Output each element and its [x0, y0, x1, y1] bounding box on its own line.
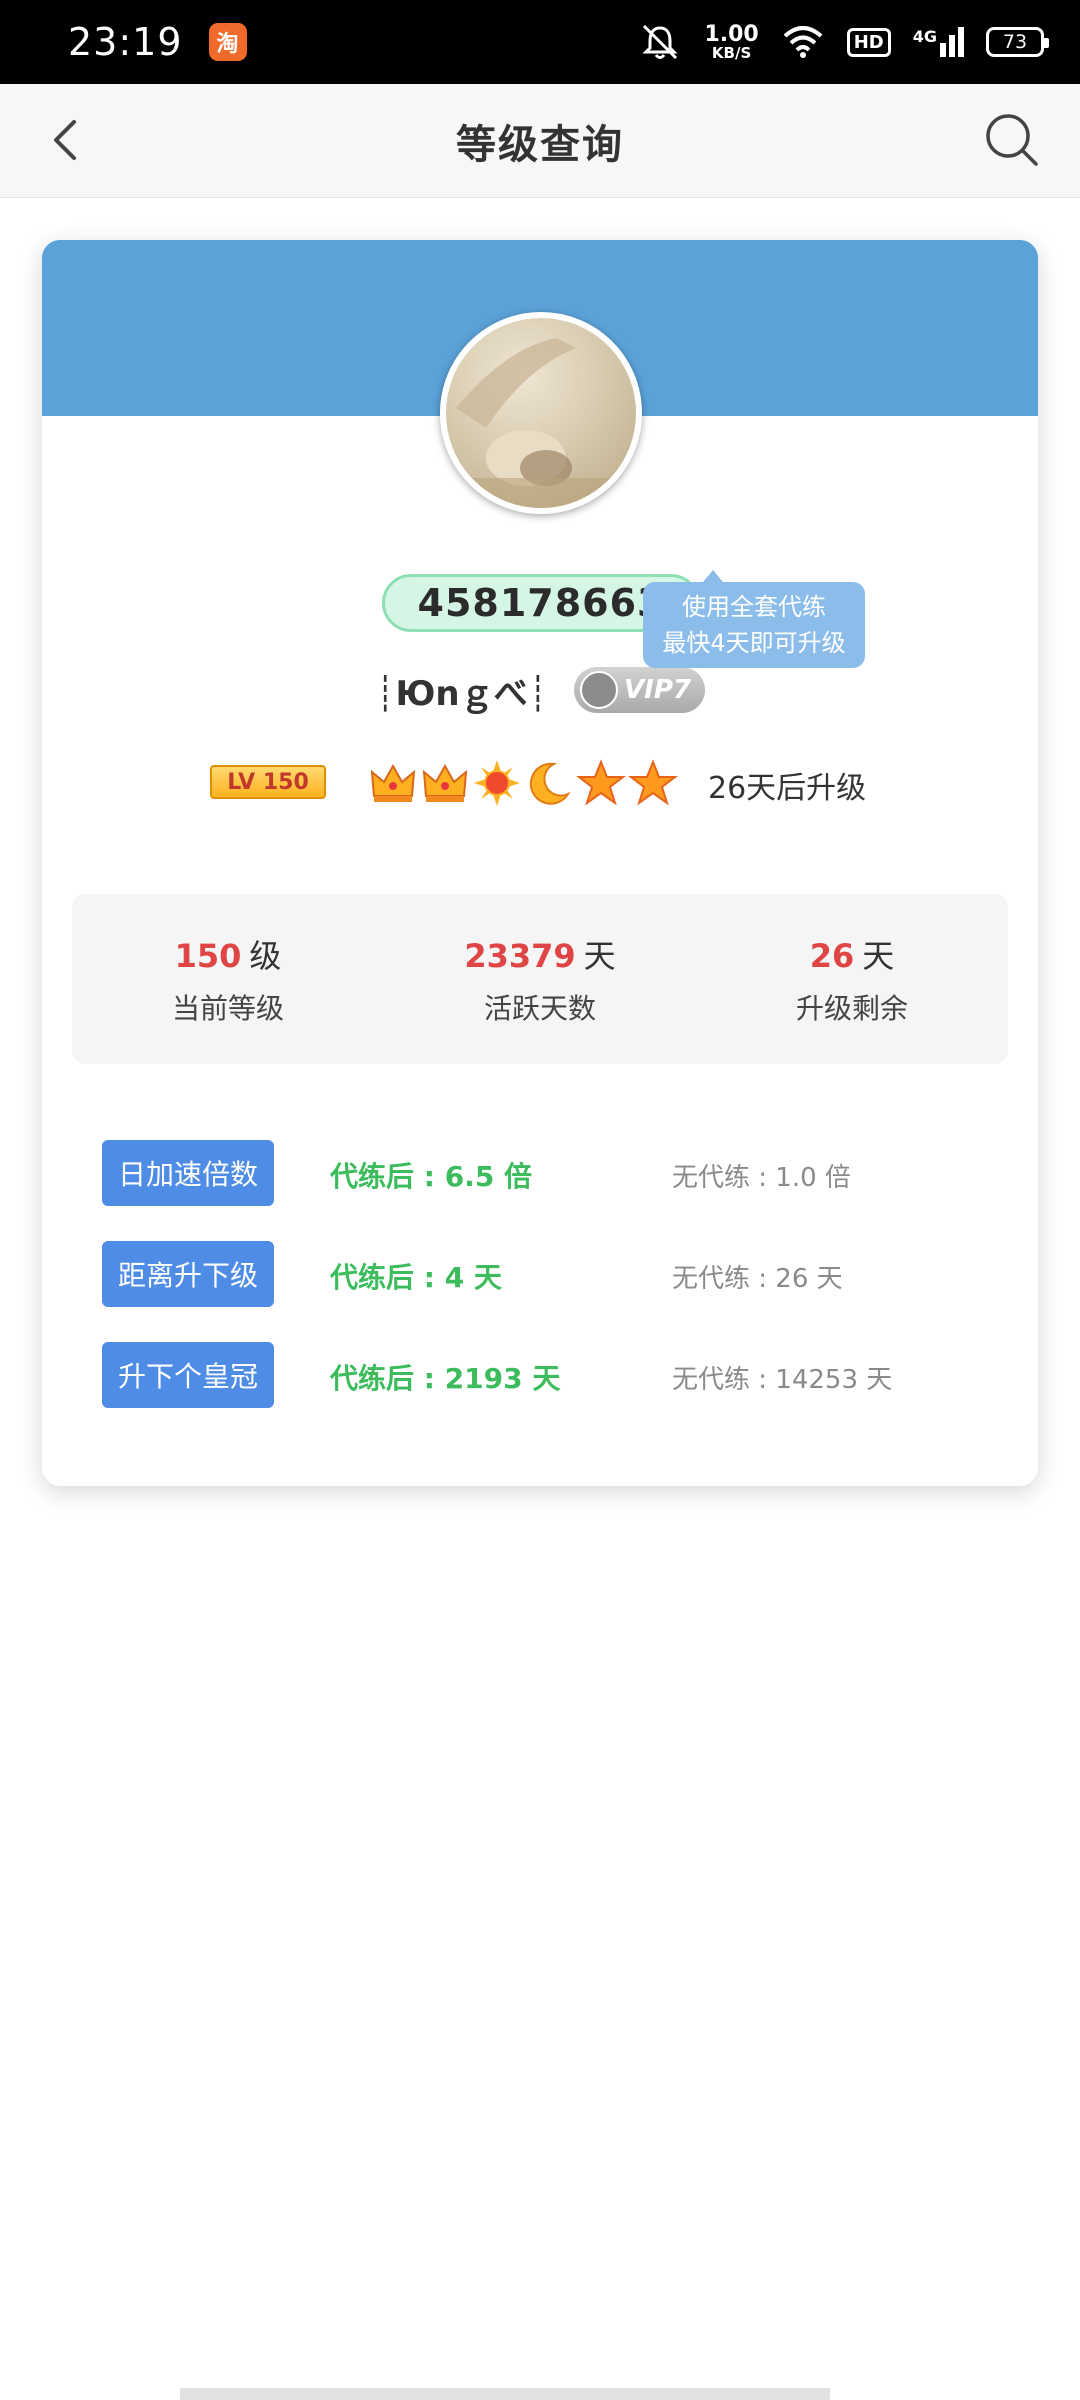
status-time: 23:19 [68, 20, 183, 64]
status-bar: 23:19 淘 1.00 KB/S HD 4G 73 [0, 0, 1080, 84]
page-title: 等级查询 [456, 121, 624, 168]
stat-unit: 天 [583, 937, 616, 975]
lv-badge: LV 150 [210, 765, 326, 799]
stat-value: 26 [809, 937, 855, 975]
wifi-icon [783, 26, 823, 58]
signal-label: 4G [912, 27, 937, 46]
avatar [440, 312, 642, 514]
network-speed-unit: KB/S [711, 43, 752, 62]
stat-unit: 级 [249, 937, 282, 975]
battery-level: 73 [1002, 31, 1028, 53]
network-speed-value: 1.00 [704, 21, 759, 47]
upgrade-tooltip: 使用全套代练 最快4天即可升级 [643, 570, 865, 668]
comparison-list: 日加速倍数 代练后 : 6.5 倍 无代练 : 1.0 倍 距离升下级 代练后 … [42, 1140, 1038, 1443]
avatar-photo [446, 338, 636, 508]
stat-unit: 天 [862, 937, 895, 975]
level-row: LV 150 26天后升级 [42, 755, 1038, 815]
stat-current-level: 150 级 当前等级 [72, 894, 384, 1064]
network-speed: 1.00 KB/S [704, 21, 759, 62]
level-card: 458178663 ┊Юnｇべ┊ VIP7 LV 150 26天后升级 150 … [42, 240, 1038, 1486]
moon-icon [529, 762, 571, 805]
normal-value: 无代练 : 26 天 [672, 1264, 843, 1294]
normal-value: 无代练 : 14253 天 [672, 1365, 893, 1395]
stat-upgrade-remaining: 26 天 升级剩余 [696, 894, 1008, 1064]
boosted-value: 代练后 : 2193 天 [330, 1362, 561, 1395]
upgrade-days-text: 26天后升级 [708, 771, 867, 806]
back-arrow-icon[interactable] [40, 112, 96, 168]
stat-label: 当前等级 [171, 992, 284, 1025]
normal-value: 无代练 : 1.0 倍 [672, 1163, 851, 1193]
stat-value: 150 [174, 937, 242, 975]
boosted-value: 代练后 : 4 天 [330, 1261, 502, 1294]
battery-icon: 73 [986, 27, 1049, 57]
status-indicators: 1.00 KB/S HD 4G 73 [638, 21, 1049, 62]
tooltip-line: 使用全套代练 [682, 593, 826, 621]
tooltip-line: 最快4天即可升级 [662, 629, 846, 657]
nickname-row: ┊Юnｇべ┊ VIP7 [42, 660, 1038, 720]
cell-signal-icon: 4G [913, 27, 964, 57]
search-icon[interactable] [980, 108, 1044, 172]
stat-value: 23379 [464, 937, 576, 975]
star-icon [628, 759, 678, 806]
app-bar: 等级查询 [0, 84, 1080, 198]
star-icon [576, 759, 626, 806]
stat-label: 活跃天数 [483, 992, 596, 1025]
level-icons [368, 755, 678, 811]
next-crown-button[interactable]: 升下个皇冠 [102, 1342, 274, 1408]
vip-badge: VIP7 [574, 667, 705, 713]
mute-bell-icon [642, 24, 679, 60]
crown-icon [370, 763, 416, 802]
stat-label: 升级剩余 [795, 992, 908, 1025]
penguin-icon [580, 671, 619, 709]
nickname: ┊Юnｇべ┊ [374, 673, 549, 714]
stats-box: 150 级 当前等级 23379 天 活跃天数 26 天 升级剩余 [72, 894, 1008, 1064]
comparison-row: 日加速倍数 代练后 : 6.5 倍 无代练 : 1.0 倍 [42, 1140, 1038, 1206]
crown-icon [422, 763, 468, 802]
sun-icon [474, 760, 520, 806]
bottom-scroll-indicator [180, 2388, 830, 2400]
comparison-row: 升下个皇冠 代练后 : 2193 天 无代练 : 14253 天 [42, 1342, 1038, 1408]
comparison-row: 距离升下级 代练后 : 4 天 无代练 : 26 天 [42, 1241, 1038, 1307]
stat-active-days: 23379 天 活跃天数 [384, 894, 696, 1064]
next-level-button[interactable]: 距离升下级 [102, 1241, 274, 1307]
vip-label: VIP7 [624, 675, 691, 705]
boosted-value: 代练后 : 6.5 倍 [330, 1160, 533, 1193]
taobao-icon: 淘 [208, 23, 247, 61]
hd-indicator: HD [846, 27, 891, 57]
daily-speedup-button[interactable]: 日加速倍数 [102, 1140, 274, 1206]
